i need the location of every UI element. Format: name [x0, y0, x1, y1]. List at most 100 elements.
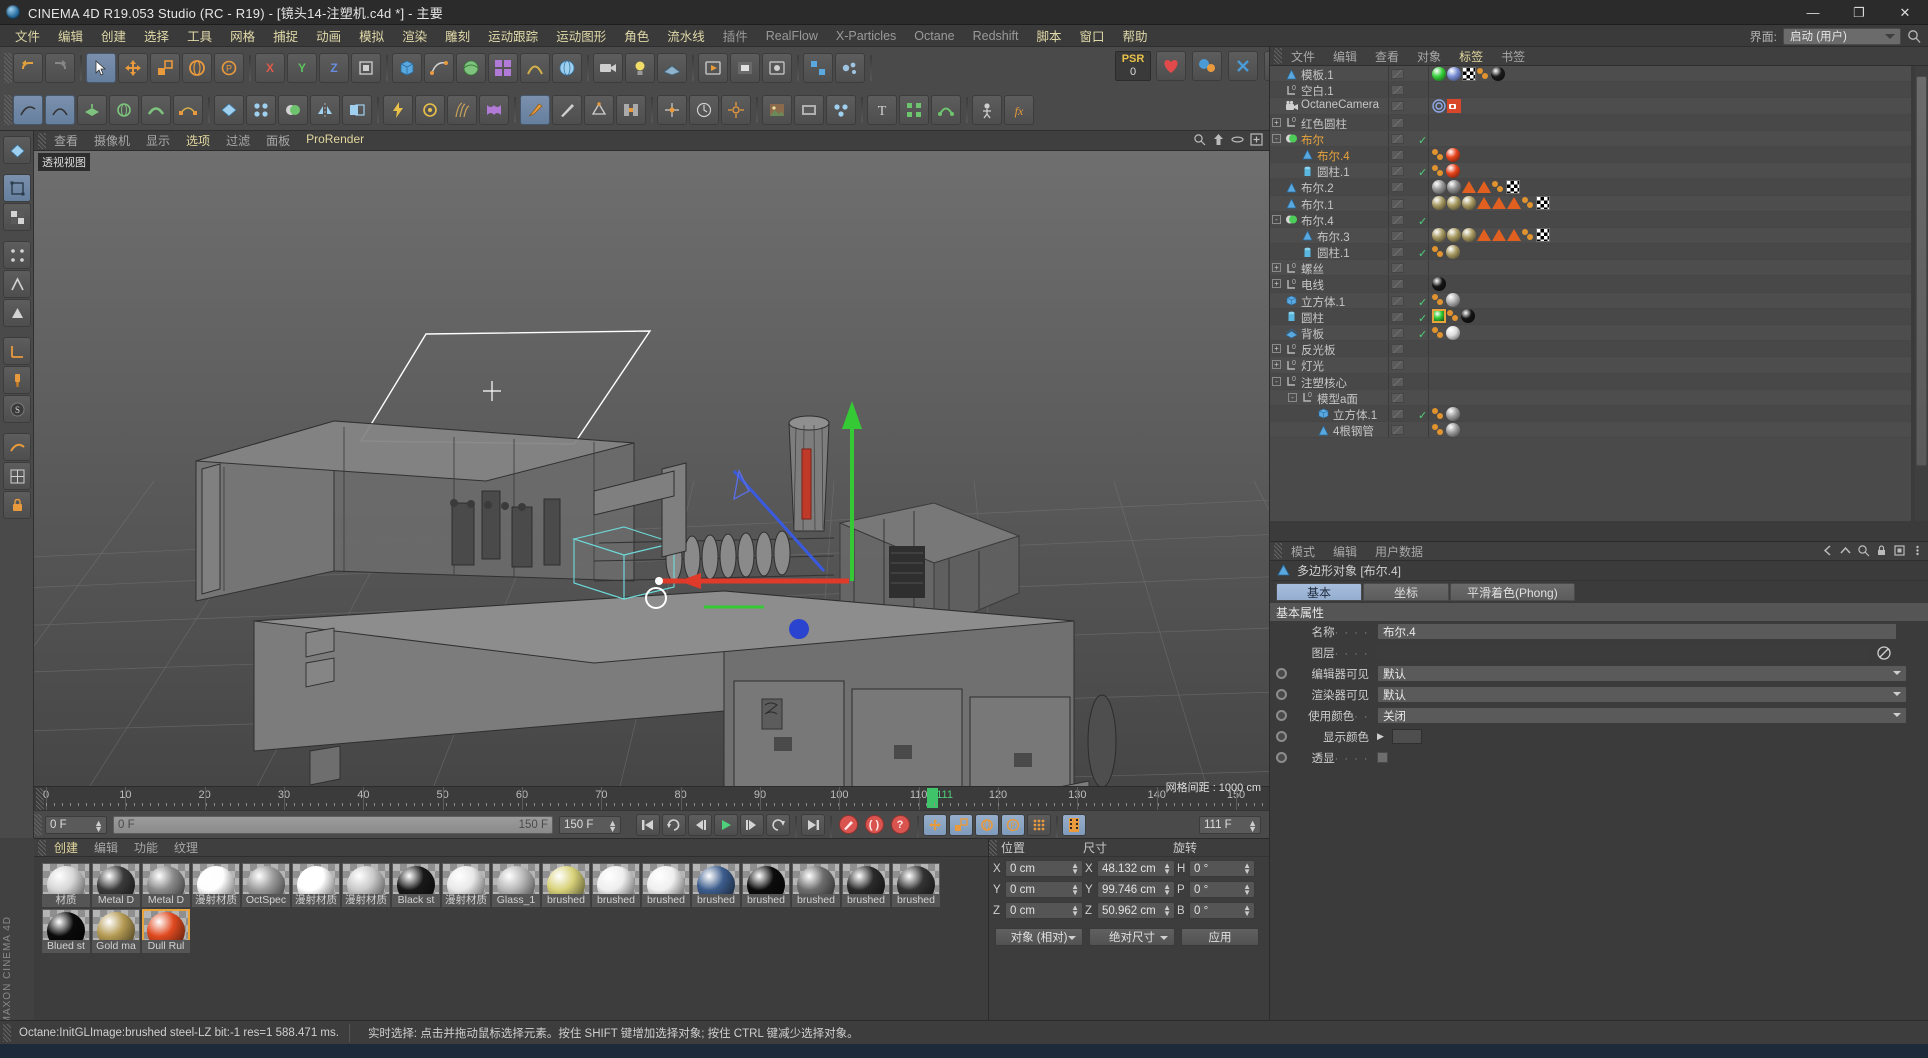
tag-material-dots[interactable] — [1522, 196, 1535, 210]
object-name[interactable]: 布尔 — [1301, 132, 1324, 148]
transport-grip[interactable] — [34, 813, 42, 836]
spinner-icon[interactable]: ▲ ▼ — [1071, 862, 1079, 876]
object-name[interactable]: 灯光 — [1301, 358, 1324, 374]
record-key-button[interactable] — [836, 814, 860, 836]
object-name[interactable]: 布尔.2 — [1301, 180, 1334, 196]
object-menu-5[interactable]: 书签 — [1492, 48, 1534, 65]
size-field-X[interactable]: 48.132 cm ▲ ▼ — [1097, 860, 1175, 877]
spline-pen-button[interactable] — [424, 53, 454, 83]
object-row[interactable]: 0 空白.1 — [1270, 82, 1911, 99]
tag-material[interactable] — [1447, 179, 1461, 194]
close-x-button[interactable] — [1228, 51, 1258, 81]
go-to-start-button[interactable] — [636, 813, 660, 836]
object-name[interactable]: 红色圆柱 — [1301, 116, 1347, 132]
object-name[interactable]: 4根钢管 — [1333, 423, 1374, 439]
object-row[interactable]: 圆柱.1 ✓ — [1270, 244, 1911, 261]
tag-polygon-selection[interactable] — [1507, 229, 1521, 242]
sweep-nurbs-button[interactable] — [141, 95, 171, 125]
tag-polygon-selection[interactable] — [1492, 197, 1506, 210]
object-row[interactable]: - 布尔.4 ✓ — [1270, 211, 1911, 229]
bridge-tool-button[interactable] — [616, 95, 646, 125]
autokey-button[interactable]: ( ) — [862, 814, 886, 836]
material-item[interactable]: 漫射材质 — [342, 863, 390, 907]
timeline-window-button[interactable] — [1062, 813, 1086, 836]
object-row[interactable]: 圆柱 ✓ — [1270, 308, 1911, 325]
array-button[interactable] — [488, 53, 518, 83]
spinner-icon[interactable]: ▲ ▼ — [1163, 862, 1171, 876]
attribute-menu-0[interactable]: 模式 — [1282, 543, 1324, 560]
tag-material-dots[interactable] — [1432, 293, 1445, 307]
menu-item-2[interactable]: 创建 — [92, 24, 135, 47]
scale-tool[interactable] — [150, 53, 180, 83]
expander-toggle[interactable]: - — [1288, 392, 1297, 402]
pin-icon[interactable] — [1893, 544, 1906, 557]
menu-item-17[interactable]: X-Particles — [827, 27, 905, 45]
array-object-button[interactable] — [246, 95, 276, 125]
instance-button[interactable] — [342, 95, 372, 125]
field-select[interactable]: 关闭 — [1377, 707, 1907, 724]
menu-item-21[interactable]: 窗口 — [1070, 24, 1113, 47]
play-button[interactable] — [714, 813, 738, 836]
minimize-button[interactable]: — — [1790, 0, 1836, 25]
object-name[interactable]: 布尔.4 — [1301, 213, 1334, 229]
attribute-grip[interactable] — [1274, 543, 1282, 559]
object-row[interactable]: +0 电线 — [1270, 276, 1911, 293]
spline-arc-button[interactable] — [45, 95, 75, 125]
material-item[interactable]: Glass_1 — [492, 863, 540, 907]
texture-mode-button[interactable] — [3, 203, 31, 231]
x-axis-lock-button[interactable]: X — [255, 53, 285, 83]
spinner-icon[interactable]: ▲ ▼ — [1163, 904, 1171, 918]
search-icon-attr[interactable] — [1857, 544, 1870, 557]
spinner-icon[interactable]: ▲ ▼ — [1243, 883, 1251, 897]
deformer-button[interactable] — [520, 53, 550, 83]
viewport-menu-5[interactable]: 面板 — [258, 131, 298, 150]
field-input-name[interactable]: 布尔.4 — [1377, 623, 1897, 640]
back-arrow-icon[interactable] — [1821, 544, 1834, 557]
knife-tool-button[interactable] — [552, 95, 582, 125]
attribute-tab-2[interactable]: 平滑着色(Phong) — [1450, 583, 1575, 601]
attribute-tabs[interactable]: 基本 坐标 平滑着色(Phong) — [1270, 581, 1928, 601]
mograph-cloner-button[interactable] — [803, 53, 833, 83]
key-parameter-button[interactable]: P — [1001, 813, 1025, 836]
size-field-Y[interactable]: 99.746 cm ▲ ▼ — [1097, 881, 1175, 898]
expander-toggle[interactable]: + — [1272, 344, 1281, 354]
tag-material[interactable] — [1446, 406, 1460, 421]
light-object-button[interactable] — [625, 53, 655, 83]
tag-material[interactable] — [1432, 66, 1446, 81]
key-scale-button[interactable] — [949, 813, 973, 836]
material-item[interactable]: Gold ma — [92, 909, 140, 953]
visibility-toggle[interactable] — [1391, 311, 1404, 322]
object-name[interactable]: 注塑核心 — [1301, 375, 1347, 391]
close-button[interactable]: ✕ — [1882, 0, 1928, 25]
tag-texture[interactable] — [1462, 66, 1476, 81]
bezier-button[interactable] — [173, 95, 203, 125]
visibility-toggle[interactable] — [1391, 247, 1404, 258]
visibility-toggle[interactable] — [1391, 149, 1404, 160]
expand-arrow-icon[interactable]: ▶ — [1377, 731, 1384, 742]
object-name[interactable]: 立方体.1 — [1301, 294, 1345, 310]
brush-tool-button[interactable] — [520, 95, 550, 125]
visibility-toggle[interactable] — [1391, 198, 1404, 209]
function-button[interactable]: fx — [1004, 95, 1034, 125]
menu-item-5[interactable]: 网格 — [221, 24, 264, 47]
scrollbar-thumb[interactable] — [1916, 76, 1927, 466]
key-rotation-button[interactable] — [975, 813, 999, 836]
material-item[interactable]: 漫射材质 — [442, 863, 490, 907]
tag-material-dots[interactable] — [1432, 245, 1445, 259]
timeline-ruler[interactable]: 0102030405060708090100110120130140150111 — [34, 786, 1269, 811]
position-field-Y[interactable]: 0 cm ▲ ▼ — [1005, 881, 1083, 898]
range-end-field[interactable]: 150 F ▲ ▼ — [559, 815, 621, 834]
material-item[interactable]: brushed — [892, 863, 940, 907]
symmetry-button[interactable] — [310, 95, 340, 125]
object-name[interactable]: 立方体.1 — [1333, 407, 1377, 423]
spinner-icon[interactable]: ▲ ▼ — [1071, 883, 1079, 897]
tag-polygon-selection[interactable] — [1477, 180, 1491, 193]
position-tool[interactable]: P — [214, 53, 244, 83]
object-row[interactable]: OctaneCamera — [1270, 98, 1911, 115]
visibility-toggle[interactable] — [1391, 328, 1404, 338]
material-item[interactable]: Metal D — [142, 863, 190, 907]
render-settings-button[interactable] — [762, 53, 792, 83]
object-row[interactable]: 4根钢管 — [1270, 422, 1911, 439]
menu-dots-icon[interactable] — [1911, 544, 1924, 557]
apply-button[interactable]: 应用 — [1181, 928, 1259, 946]
